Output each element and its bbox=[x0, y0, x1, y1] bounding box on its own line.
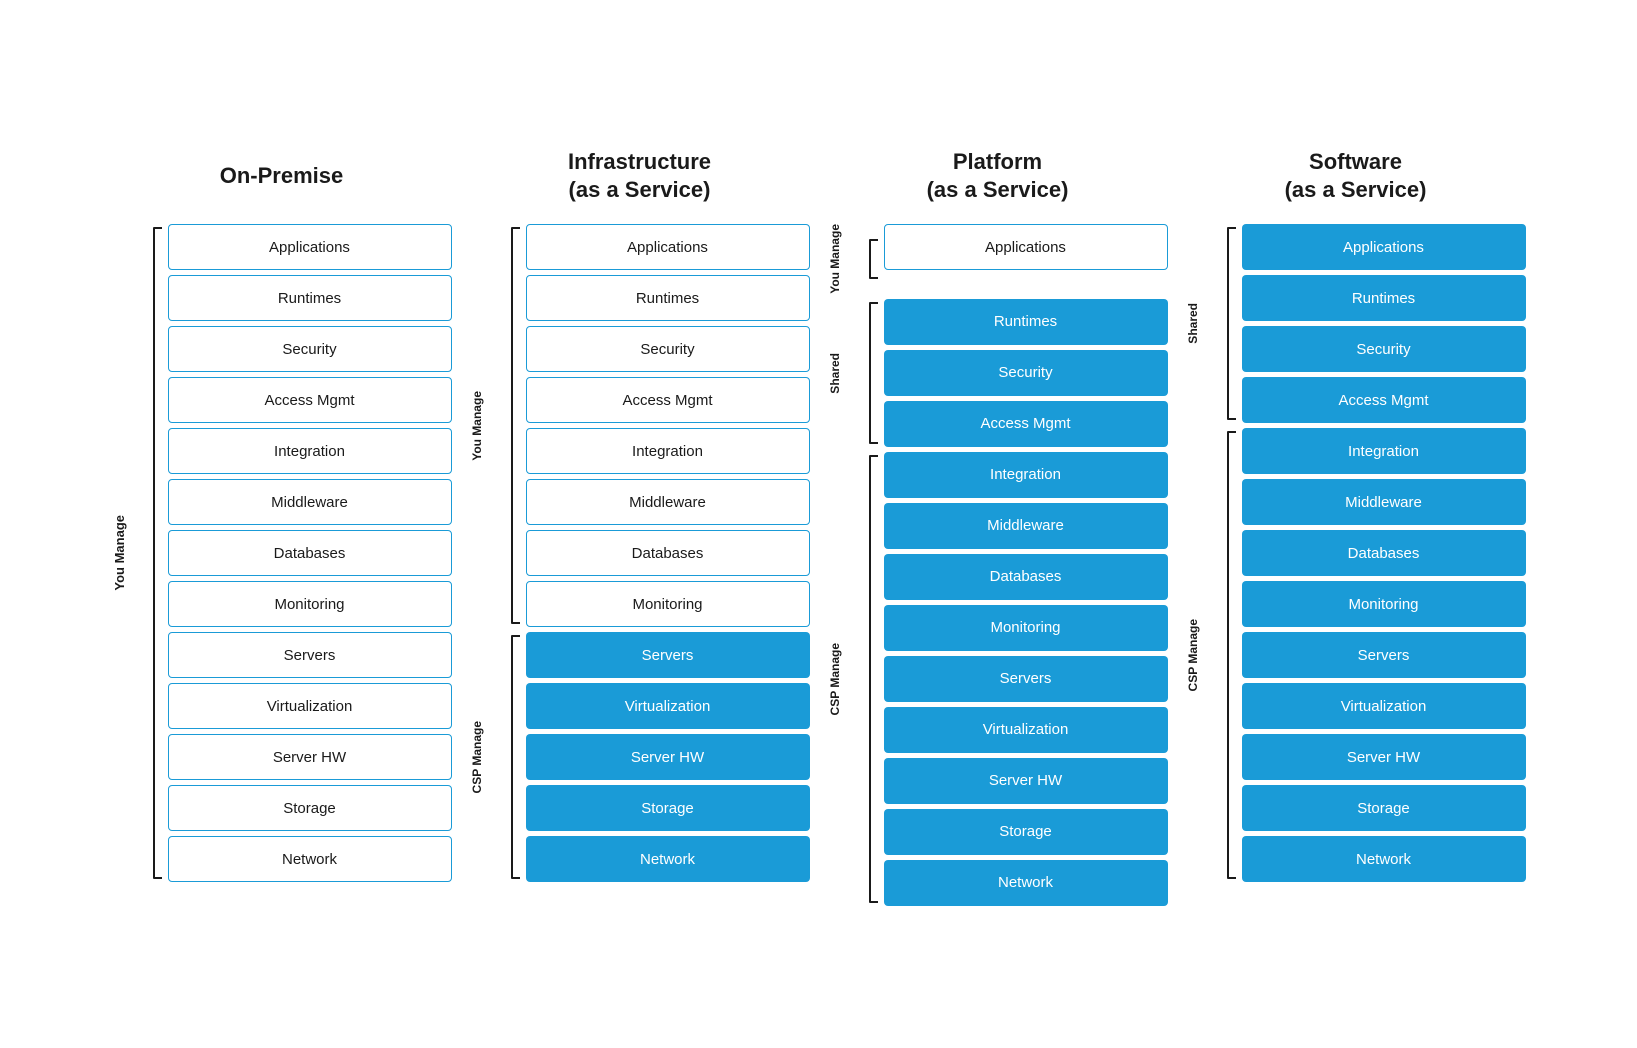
column-body-on-premise: You Manage Applications Runtimes Security A… bbox=[112, 224, 452, 882]
item-on-premise-3: Access Mgmt bbox=[168, 377, 452, 423]
column-title-saas: Software (as a Service) bbox=[1285, 142, 1427, 210]
item-on-premise-12: Network bbox=[168, 836, 452, 882]
item-on-premise-7: Monitoring bbox=[168, 581, 452, 627]
item-iaas-0-2: Security bbox=[526, 326, 810, 372]
item-on-premise-8: Servers bbox=[168, 632, 452, 678]
item-iaas-0-1: Runtimes bbox=[526, 275, 810, 321]
item-iaas-1-4: Network bbox=[526, 836, 810, 882]
column-body-iaas: You Manage Applications Runtimes Security A… bbox=[470, 224, 810, 882]
item-saas-1-7: Storage bbox=[1242, 785, 1526, 831]
item-saas-0-3: Access Mgmt bbox=[1242, 377, 1526, 423]
item-paas-2-2: Databases bbox=[884, 554, 1168, 600]
column-title-iaas: Infrastructure (as a Service) bbox=[568, 142, 711, 210]
item-on-premise-0: Applications bbox=[168, 224, 452, 270]
column-paas: Platform (as a Service) You Manage Applic… bbox=[828, 142, 1168, 906]
section-label-paas-1: Shared bbox=[828, 353, 866, 394]
section-label-iaas-0: You Manage bbox=[470, 391, 508, 461]
item-on-premise-4: Integration bbox=[168, 428, 452, 474]
item-iaas-0-3: Access Mgmt bbox=[526, 377, 810, 423]
item-saas-1-8: Network bbox=[1242, 836, 1526, 882]
item-paas-0-0: Applications bbox=[884, 224, 1168, 270]
item-saas-1-3: Monitoring bbox=[1242, 581, 1526, 627]
item-iaas-1-2: Server HW bbox=[526, 734, 810, 780]
column-body-saas: Shared Applications Runtimes Security Acces… bbox=[1186, 224, 1526, 882]
column-title-on-premise: On-Premise bbox=[220, 142, 344, 210]
item-saas-1-1: Middleware bbox=[1242, 479, 1526, 525]
item-on-premise-9: Virtualization bbox=[168, 683, 452, 729]
item-iaas-0-0: Applications bbox=[526, 224, 810, 270]
section-label-paas-2: CSP Manage bbox=[828, 643, 866, 715]
item-paas-2-3: Monitoring bbox=[884, 605, 1168, 651]
item-on-premise-11: Storage bbox=[168, 785, 452, 831]
column-title-paas: Platform (as a Service) bbox=[927, 142, 1069, 210]
item-on-premise-6: Databases bbox=[168, 530, 452, 576]
item-iaas-0-5: Middleware bbox=[526, 479, 810, 525]
column-body-paas: You Manage Applications Shared Runtimes Se… bbox=[828, 224, 1168, 906]
item-paas-1-1: Security bbox=[884, 350, 1168, 396]
section-label-on-premise-0: You Manage bbox=[112, 515, 150, 591]
section-label-saas-1: CSP Manage bbox=[1186, 619, 1224, 691]
item-iaas-0-6: Databases bbox=[526, 530, 810, 576]
item-saas-1-4: Servers bbox=[1242, 632, 1526, 678]
section-label-iaas-1: CSP Manage bbox=[470, 721, 508, 793]
section-label-paas-0: You Manage bbox=[828, 224, 866, 294]
item-saas-1-6: Server HW bbox=[1242, 734, 1526, 780]
item-paas-1-2: Access Mgmt bbox=[884, 401, 1168, 447]
item-iaas-0-4: Integration bbox=[526, 428, 810, 474]
column-on-premise: On-Premise You Manage Applications Runtime… bbox=[112, 142, 452, 882]
item-saas-1-2: Databases bbox=[1242, 530, 1526, 576]
item-paas-1-0: Runtimes bbox=[884, 299, 1168, 345]
item-saas-0-2: Security bbox=[1242, 326, 1526, 372]
item-on-premise-5: Middleware bbox=[168, 479, 452, 525]
item-paas-2-0: Integration bbox=[884, 452, 1168, 498]
section-label-saas-0: Shared bbox=[1186, 303, 1224, 344]
item-on-premise-1: Runtimes bbox=[168, 275, 452, 321]
item-iaas-1-0: Servers bbox=[526, 632, 810, 678]
item-paas-2-7: Storage bbox=[884, 809, 1168, 855]
item-paas-2-6: Server HW bbox=[884, 758, 1168, 804]
item-paas-2-4: Servers bbox=[884, 656, 1168, 702]
item-iaas-1-3: Storage bbox=[526, 785, 810, 831]
item-saas-0-0: Applications bbox=[1242, 224, 1526, 270]
column-iaas: Infrastructure (as a Service) You Manage … bbox=[470, 142, 810, 882]
item-saas-0-1: Runtimes bbox=[1242, 275, 1526, 321]
item-paas-2-8: Network bbox=[884, 860, 1168, 906]
column-saas: Software (as a Service) Shared Applicatio… bbox=[1186, 142, 1526, 882]
item-iaas-0-7: Monitoring bbox=[526, 581, 810, 627]
item-paas-2-5: Virtualization bbox=[884, 707, 1168, 753]
item-saas-1-5: Virtualization bbox=[1242, 683, 1526, 729]
item-paas-2-1: Middleware bbox=[884, 503, 1168, 549]
diagram-container: On-Premise You Manage Applications Runtime… bbox=[92, 112, 1546, 936]
item-saas-1-0: Integration bbox=[1242, 428, 1526, 474]
item-on-premise-2: Security bbox=[168, 326, 452, 372]
item-iaas-1-1: Virtualization bbox=[526, 683, 810, 729]
item-on-premise-10: Server HW bbox=[168, 734, 452, 780]
